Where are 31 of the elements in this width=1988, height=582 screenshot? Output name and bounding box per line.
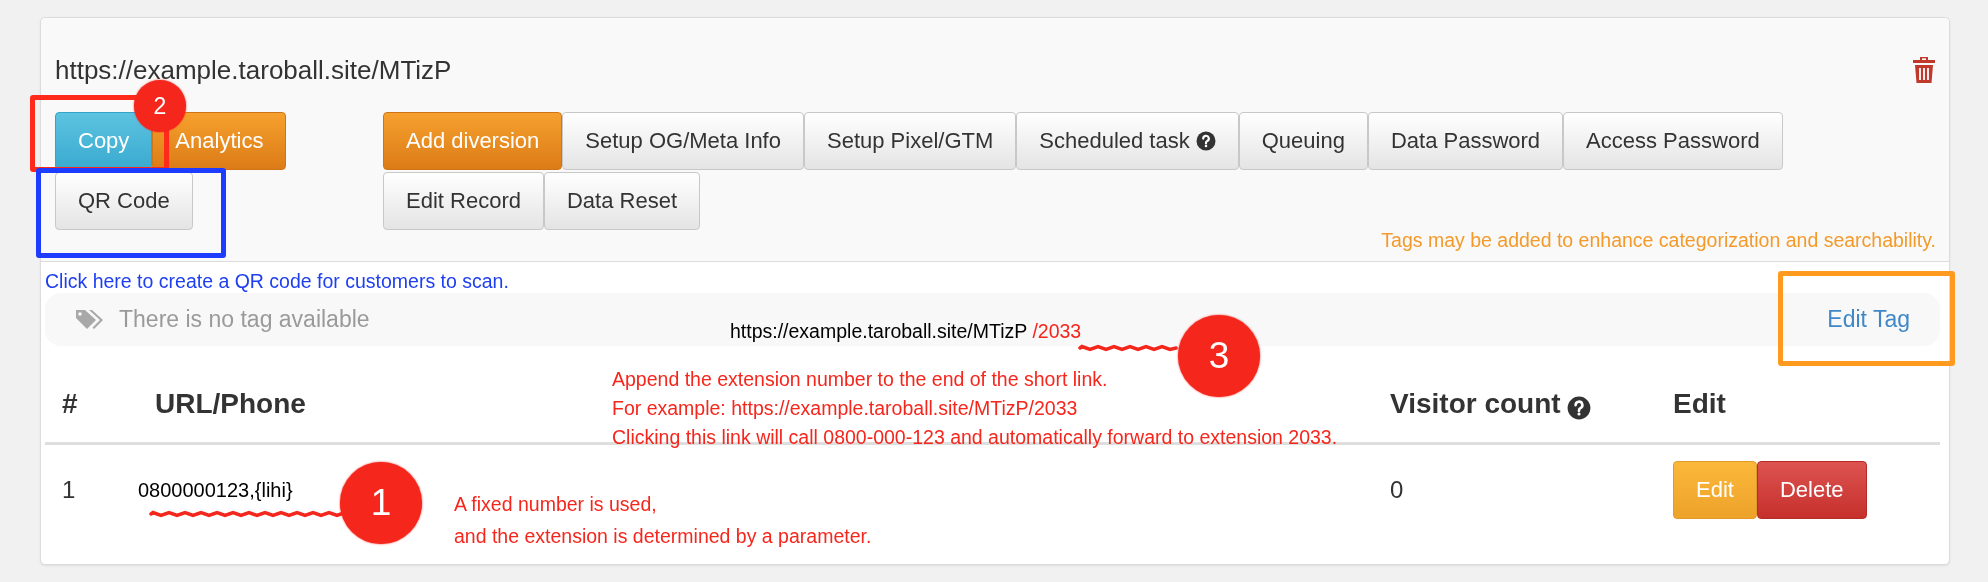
action-button[interactable]: Edit Record	[383, 172, 544, 230]
step-badge: 3	[1178, 315, 1260, 397]
action-button[interactable]: Data Reset	[543, 172, 700, 230]
action-button[interactable]: Access Password	[1563, 112, 1783, 170]
annotation-text: A fixed number is used,	[454, 492, 658, 517]
column-header: Edit	[1673, 388, 1726, 420]
column-header: Visitor count	[1390, 388, 1561, 420]
tag-hint: Tags may be added to enhance categorization and searchability.	[1380, 230, 1936, 250]
action-button[interactable]: Queuing	[1238, 112, 1368, 170]
trash-icon[interactable]	[1912, 56, 1936, 84]
annotation-text: Clicking this link will call 0800-000-123 and automatically forward to extension 2033.	[612, 425, 1338, 450]
tags-icon	[75, 307, 105, 332]
visitor-count: 0	[1390, 476, 1404, 504]
step-badge: 1	[340, 462, 422, 544]
annotation-text: Append the extension number to the end of the short link.	[612, 367, 1109, 392]
action-button[interactable]: Setup Pixel/GTM	[804, 112, 1017, 170]
extension-suffix: /2033	[1032, 320, 1082, 342]
action-button[interactable]: Setup OG/Meta Info	[562, 112, 804, 170]
row-number: 1	[62, 476, 76, 504]
qr-code-hint: Click here to create a QR code for customers to scan.	[45, 269, 510, 293]
edit-tag-link[interactable]: Edit Tag	[1827, 306, 1910, 333]
column-header: #	[62, 388, 78, 420]
empty-tags-text: There is no tag available	[119, 306, 370, 333]
delete-button[interactable]: Delete	[1756, 461, 1867, 519]
action-button[interactable]: Data Password	[1367, 112, 1564, 170]
qr-code-button[interactable]: QR Code	[55, 172, 193, 230]
annotation-text: For example: https://example.taroball.site/MTizP/2033	[612, 396, 1079, 421]
action-button[interactable]: Scheduled task	[1016, 112, 1239, 170]
column-header: URL/Phone	[155, 388, 306, 420]
annotation-text: and the extension is determined by a parameter.	[454, 524, 872, 549]
url-cell: 0800000123,{lihi}	[138, 478, 293, 502]
